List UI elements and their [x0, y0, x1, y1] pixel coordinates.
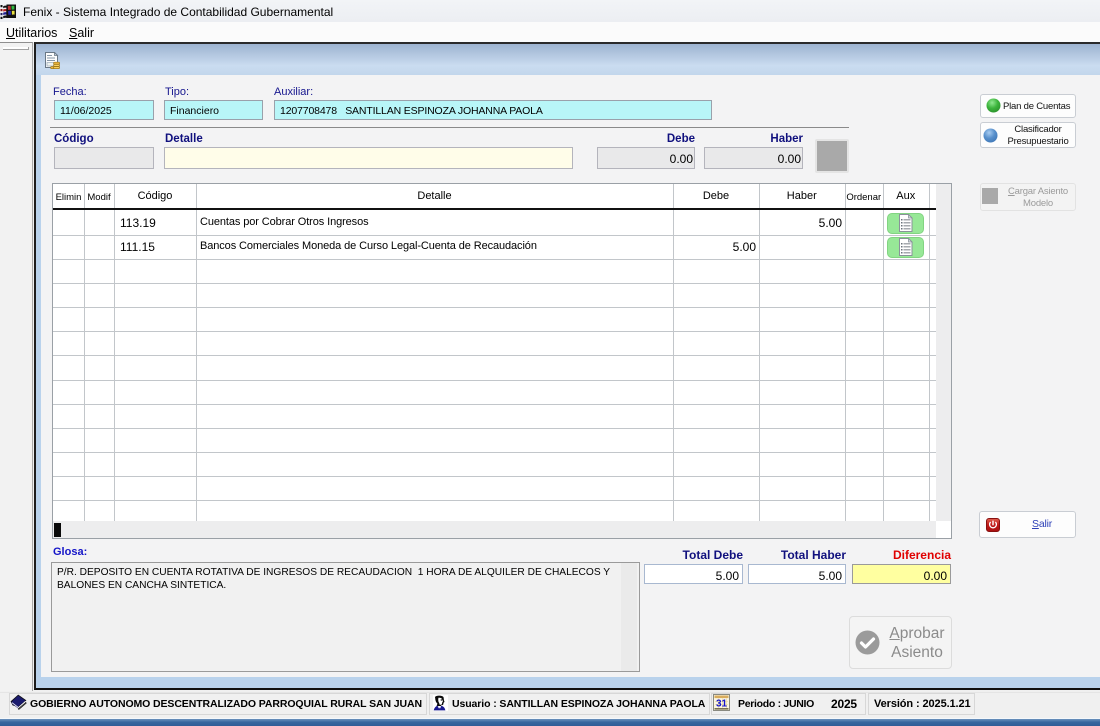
svg-text:31: 31: [716, 699, 728, 710]
